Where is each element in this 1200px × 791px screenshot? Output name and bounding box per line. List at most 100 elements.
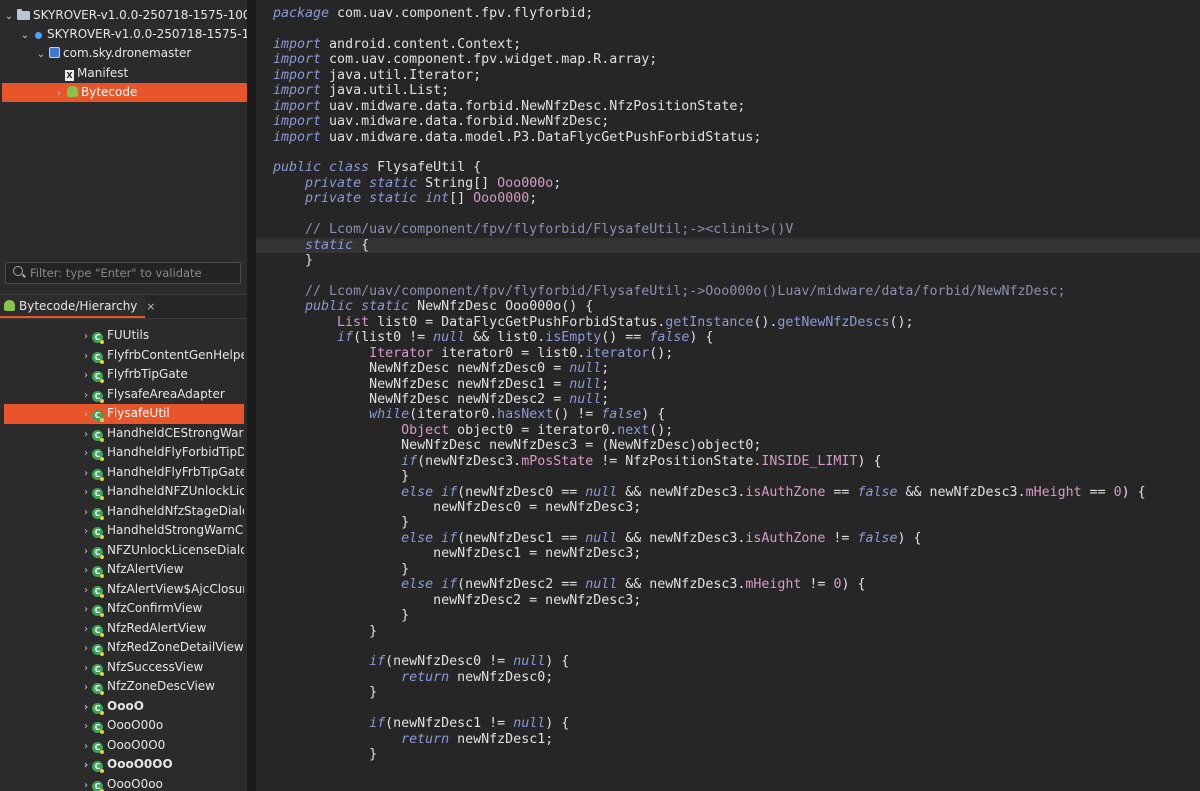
- code-line[interactable]: return newNfzDesc0;: [273, 670, 1200, 685]
- hierarchy-item[interactable]: › C FlysafeUtil: [4, 404, 244, 424]
- explorer-item[interactable]: ⌄ SKYROVER-v1.0.0-250718-1575-10000: [0, 25, 247, 44]
- code-line[interactable]: // Lcom/uav/component/fpv/flyforbid/Flys…: [273, 222, 1200, 237]
- hierarchy-item[interactable]: › C FUUtils: [0, 326, 244, 346]
- chevron-right-icon[interactable]: ›: [80, 366, 92, 385]
- code-line[interactable]: import uav.midware.data.forbid.NewNfzDes…: [273, 114, 1200, 129]
- code-line[interactable]: else if(newNfzDesc0 == null && newNfzDes…: [273, 485, 1200, 500]
- code-line[interactable]: package com.uav.component.fpv.flyforbid;: [273, 6, 1200, 21]
- hierarchy-item[interactable]: › C OooO00o: [0, 716, 244, 736]
- code-line[interactable]: if(newNfzDesc0 != null) {: [273, 654, 1200, 669]
- code-line[interactable]: import android.content.Context;: [273, 37, 1200, 52]
- chevron-right-icon[interactable]: ›: [80, 620, 92, 639]
- code-line[interactable]: }: [273, 562, 1200, 577]
- code-line[interactable]: while(iterator0.hasNext() != false) {: [273, 407, 1200, 422]
- chevron-right-icon[interactable]: ›: [80, 678, 92, 697]
- code-line[interactable]: import java.util.Iterator;: [273, 68, 1200, 83]
- tab-bytecode-hierarchy[interactable]: Bytecode/Hierarchy ⨯: [0, 295, 155, 318]
- filter-box[interactable]: [5, 262, 241, 284]
- explorer-item[interactable]: ⌄ com.sky.dronemaster: [0, 44, 247, 63]
- chevron-right-icon[interactable]: ›: [80, 698, 92, 717]
- code-line[interactable]: }: [273, 624, 1200, 639]
- hierarchy-item[interactable]: › C HandheldFlyFrbTipGate: [0, 463, 244, 483]
- code-line[interactable]: newNfzDesc2 = newNfzDesc3;: [273, 593, 1200, 608]
- chevron-right-icon[interactable]: ›: [80, 717, 92, 736]
- code-line[interactable]: NewNfzDesc newNfzDesc2 = null;: [273, 392, 1200, 407]
- code-line[interactable]: NewNfzDesc newNfzDesc3 = (NewNfzDesc)obj…: [273, 438, 1200, 453]
- code-editor[interactable]: package com.uav.component.fpv.flyforbid;…: [256, 0, 1200, 791]
- hierarchy-item[interactable]: › C NfzRedAlertView: [0, 619, 244, 639]
- code-line[interactable]: Object object0 = iterator0.next();: [273, 423, 1200, 438]
- code-line[interactable]: }: [273, 469, 1200, 484]
- code-line[interactable]: [273, 21, 1200, 36]
- chevron-right-icon[interactable]: ›: [80, 405, 92, 424]
- panel-splitter[interactable]: [247, 0, 256, 791]
- hierarchy-item[interactable]: › C FlyfrbContentGenHelper: [0, 346, 244, 366]
- code-line[interactable]: return newNfzDesc1;: [273, 732, 1200, 747]
- code-line[interactable]: import uav.midware.data.forbid.NewNfzDes…: [273, 99, 1200, 114]
- code-line[interactable]: [273, 145, 1200, 160]
- close-icon[interactable]: ⨯: [146, 300, 155, 313]
- chevron-right-icon[interactable]: ›: [80, 327, 92, 346]
- hierarchy-item[interactable]: › C HandheldFlyForbidTipDia: [0, 443, 244, 463]
- code-line[interactable]: static {: [256, 237, 1200, 253]
- code-line[interactable]: NewNfzDesc newNfzDesc1 = null;: [273, 377, 1200, 392]
- code-line[interactable]: if(newNfzDesc1 != null) {: [273, 716, 1200, 731]
- explorer-item[interactable]: X Manifest: [0, 64, 247, 83]
- code-line[interactable]: List list0 = DataFlycGetPushForbidStatus…: [273, 315, 1200, 330]
- chevron-down-icon[interactable]: ⌄: [20, 26, 30, 44]
- chevron-right-icon[interactable]: ›: [80, 503, 92, 522]
- code-line[interactable]: newNfzDesc1 = newNfzDesc3;: [273, 546, 1200, 561]
- chevron-right-icon[interactable]: ›: [80, 542, 92, 561]
- explorer-item[interactable]: ⌄ SKYROVER-v1.0.0-250718-1575-1000015: [0, 6, 247, 25]
- code-line[interactable]: [273, 701, 1200, 716]
- chevron-right-icon[interactable]: ›: [80, 581, 92, 600]
- chevron-right-icon[interactable]: ›: [80, 347, 92, 366]
- chevron-right-icon[interactable]: ›: [80, 659, 92, 678]
- chevron-right-icon[interactable]: ›: [80, 464, 92, 483]
- chevron-right-icon[interactable]: ›: [80, 600, 92, 619]
- code-line[interactable]: import com.uav.component.fpv.widget.map.…: [273, 52, 1200, 67]
- code-line[interactable]: private static String[] Ooo000o;: [273, 176, 1200, 191]
- hierarchy-item[interactable]: › C NFZUnlockLicenseDialog: [0, 541, 244, 561]
- code-line[interactable]: // Lcom/uav/component/fpv/flyforbid/Flys…: [273, 284, 1200, 299]
- chevron-right-icon[interactable]: ›: [80, 737, 92, 756]
- code-line[interactable]: if(list0 != null && list0.isEmpty() == f…: [273, 330, 1200, 345]
- hierarchy-item[interactable]: › C NfzAlertView$AjcClosure: [0, 580, 244, 600]
- hierarchy-item[interactable]: › C HandheldNfzStageDialog: [0, 502, 244, 522]
- code-line[interactable]: public static NewNfzDesc Ooo000o() {: [273, 299, 1200, 314]
- chevron-right-icon[interactable]: ›: [80, 561, 92, 580]
- code-line[interactable]: [273, 639, 1200, 654]
- code-line[interactable]: newNfzDesc0 = newNfzDesc3;: [273, 500, 1200, 515]
- hierarchy-item[interactable]: › C NfzSuccessView: [0, 658, 244, 678]
- code-line[interactable]: if(newNfzDesc3.mPosState != NfzPositionS…: [273, 454, 1200, 469]
- chevron-down-icon[interactable]: ⌄: [4, 7, 14, 25]
- code-line[interactable]: else if(newNfzDesc2 == null && newNfzDes…: [273, 577, 1200, 592]
- hierarchy-item[interactable]: › C NfzRedZoneDetailView: [0, 638, 244, 658]
- code-line[interactable]: }: [273, 515, 1200, 530]
- bytecode-hierarchy-tree[interactable]: › C FUUtils › C FlyfrbContentGenHelper › C Flyfr…: [0, 322, 247, 791]
- chevron-right-icon[interactable]: ›: [80, 756, 92, 775]
- hierarchy-item[interactable]: › C HandheldCEStrongWarnC: [0, 424, 244, 444]
- chevron-right-icon[interactable]: ›: [80, 522, 92, 541]
- hierarchy-item[interactable]: › C OooO0oo: [0, 775, 244, 791]
- chevron-right-icon[interactable]: ›: [54, 84, 64, 102]
- code-line[interactable]: }: [273, 685, 1200, 700]
- hierarchy-item[interactable]: › C NfzZoneDescView: [0, 677, 244, 697]
- chevron-right-icon[interactable]: ›: [80, 483, 92, 502]
- hierarchy-item[interactable]: › C OooO: [0, 697, 244, 717]
- code-line[interactable]: NewNfzDesc newNfzDesc0 = null;: [273, 361, 1200, 376]
- hierarchy-item[interactable]: › C FlysafeAreaAdapter: [0, 385, 244, 405]
- chevron-right-icon[interactable]: ›: [80, 386, 92, 405]
- chevron-right-icon[interactable]: ›: [80, 425, 92, 444]
- code-line[interactable]: private static int[] Ooo0000;: [273, 191, 1200, 206]
- code-line[interactable]: [273, 268, 1200, 283]
- explorer-item[interactable]: › Bytecode: [2, 83, 247, 102]
- code-line[interactable]: }: [273, 747, 1200, 762]
- chevron-right-icon[interactable]: ›: [80, 444, 92, 463]
- hierarchy-item[interactable]: › C HandheldStrongWarnChe: [0, 521, 244, 541]
- project-explorer-tree[interactable]: ⌄SKYROVER-v1.0.0-250718-1575-1000015⌄SKY…: [0, 0, 247, 254]
- code-line[interactable]: else if(newNfzDesc1 == null && newNfzDes…: [273, 531, 1200, 546]
- hierarchy-item[interactable]: › C OooO0O0: [0, 736, 244, 756]
- code-line[interactable]: import uav.midware.data.model.P3.DataFly…: [273, 130, 1200, 145]
- chevron-right-icon[interactable]: ›: [80, 639, 92, 658]
